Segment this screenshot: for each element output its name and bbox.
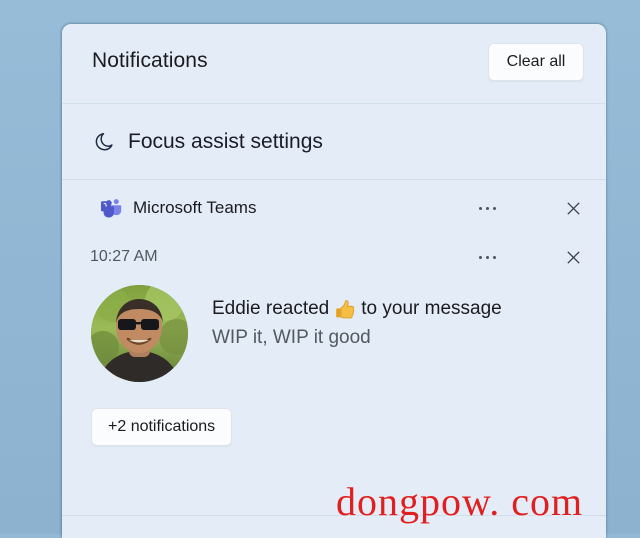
group-more-options-button[interactable]	[472, 193, 502, 223]
watermark-text: dongpow. com	[336, 479, 584, 524]
notification-title: Eddie reacted to your message	[212, 296, 586, 321]
ellipsis-icon	[492, 206, 496, 210]
avatar	[91, 285, 188, 382]
more-notifications-button[interactable]: +2 notifications	[91, 408, 233, 446]
ellipsis-icon	[492, 255, 496, 259]
ellipsis-icon	[485, 255, 489, 259]
notification-group-header: T Microsoft Teams	[62, 180, 606, 236]
notification-title-prefix: Eddie reacted	[212, 298, 330, 319]
notification-app-name: Microsoft Teams	[133, 198, 257, 217]
focus-assist-settings-label: Focus assist settings	[128, 129, 323, 153]
notification-item[interactable]: Eddie reacted to your message WIP it, WI…	[62, 278, 606, 396]
notification-text-block: Eddie reacted to your message WIP it, WI…	[212, 296, 586, 351]
notification-title-suffix: to your message	[361, 298, 502, 319]
more-notifications-row: +2 notifications	[62, 396, 606, 468]
focus-assist-settings-row[interactable]: Focus assist settings	[62, 104, 606, 180]
notification-subtitle: WIP it, WIP it good	[212, 327, 371, 348]
ellipsis-icon	[478, 206, 482, 210]
moon-icon	[91, 129, 117, 155]
thumbs-up-emoji	[334, 298, 356, 320]
notification-more-options-button[interactable]	[472, 242, 502, 272]
clear-all-button[interactable]: Clear all	[488, 43, 584, 81]
notification-close-button[interactable]	[558, 242, 588, 272]
close-icon	[566, 250, 580, 264]
notification-center-panel: Notifications Clear all Focus assist set…	[62, 24, 606, 538]
group-close-button[interactable]	[558, 193, 588, 223]
close-icon	[566, 201, 580, 215]
microsoft-teams-icon: T	[100, 197, 122, 219]
ellipsis-icon	[478, 255, 482, 259]
notification-timestamp: 10:27 AM	[90, 248, 158, 265]
ellipsis-icon	[485, 206, 489, 210]
page-title: Notifications	[92, 49, 208, 72]
notification-time-row: 10:27 AM	[62, 236, 606, 278]
notification-panel-header: Notifications Clear all	[62, 24, 606, 104]
